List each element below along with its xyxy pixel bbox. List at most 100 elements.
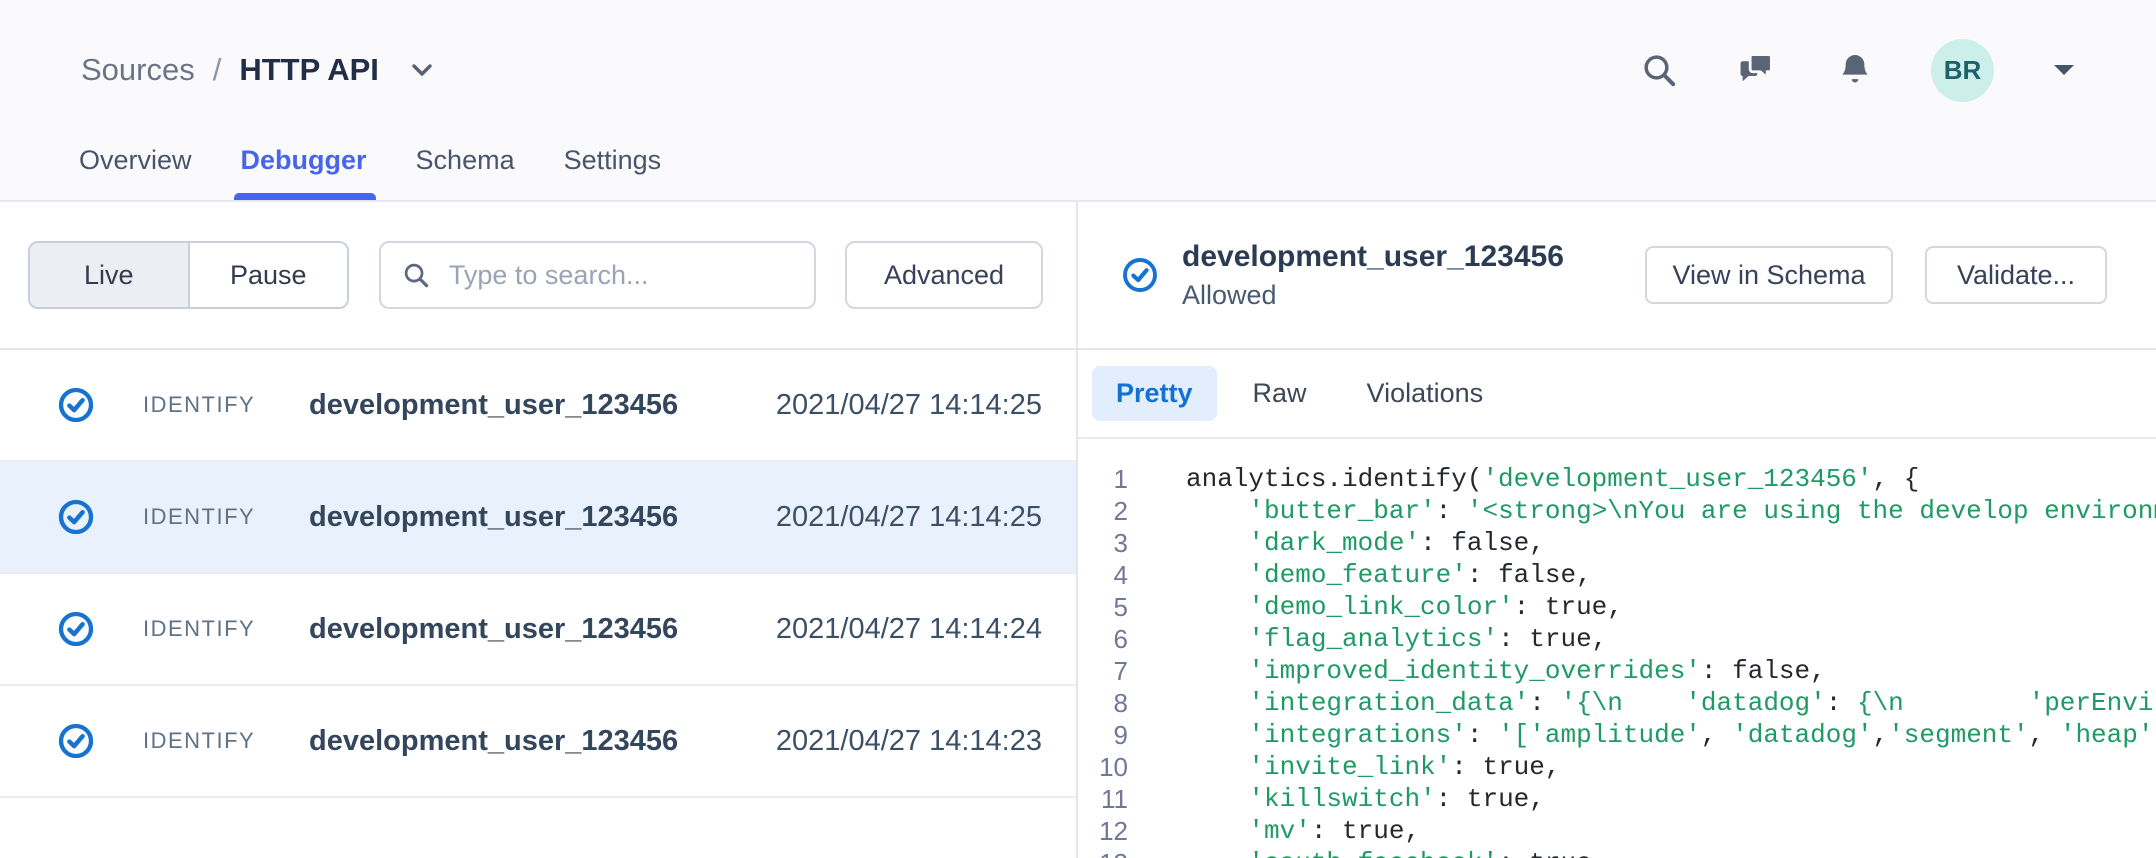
event-detail-header: development_user_123456 Allowed View in … (1078, 202, 2156, 350)
code-line: 13 'oauth_facebook': true, (1078, 847, 2156, 858)
event-row[interactable]: IDENTIFY development_user_123456 2021/04… (0, 350, 1076, 462)
code-text: 'integration_data': '{\n 'datadog': {\n … (1186, 687, 2156, 719)
code-text: 'integrations': '['amplitude', 'datadog'… (1186, 719, 2156, 751)
code-line: 10 'invite_link': true, (1078, 751, 2156, 783)
line-number: 8 (1078, 687, 1128, 719)
header-row: Sources / HTTP API (0, 0, 2156, 106)
code-text: 'mv': true, (1186, 815, 1420, 847)
line-number: 12 (1078, 815, 1128, 847)
code-line: 3 'dark_mode': false, (1078, 527, 2156, 559)
line-number: 4 (1078, 559, 1128, 591)
status-check-icon (1122, 257, 1158, 293)
view-in-schema-button[interactable]: View in Schema (1645, 246, 1893, 304)
event-check-icon (58, 499, 94, 535)
line-number: 11 (1078, 783, 1128, 815)
event-check-icon (58, 611, 94, 647)
code-line: 2 'butter_bar': '<strong>\nYou are using… (1078, 495, 2156, 527)
code-text: 'flag_analytics': true, (1186, 623, 1607, 655)
header-icons: BR (1639, 39, 2078, 102)
code-line: 11 'killswitch': true, (1078, 783, 2156, 815)
live-pause-toggle: Live Pause (28, 241, 349, 309)
breadcrumb-sources[interactable]: Sources (81, 52, 195, 88)
event-list: IDENTIFY development_user_123456 2021/04… (0, 350, 1076, 858)
line-number: 5 (1078, 591, 1128, 623)
event-row[interactable]: IDENTIFY development_user_123456 2021/04… (0, 686, 1076, 798)
validate-button[interactable]: Validate... (1925, 246, 2107, 304)
avatar[interactable]: BR (1931, 39, 1994, 102)
event-timestamp: 2021/04/27 14:14:23 (776, 725, 1042, 758)
debugger-event-panel: Live Pause Advanced IDENTIFY development… (0, 202, 1078, 858)
code-line: 4 'demo_feature': false, (1078, 559, 2156, 591)
code-line: 9 'integrations': '['amplitude', 'datado… (1078, 719, 2156, 751)
line-number: 10 (1078, 751, 1128, 783)
event-row[interactable]: IDENTIFY development_user_123456 2021/04… (0, 462, 1076, 574)
code-text: 'oauth_facebook': true, (1186, 847, 1607, 858)
event-name: development_user_123456 (309, 613, 678, 646)
search-input[interactable] (449, 260, 794, 291)
source-switcher-caret-icon[interactable] (411, 63, 433, 77)
code-text: 'butter_bar': '<strong>\nYou are using t… (1186, 495, 2156, 527)
code-line: 6 'flag_analytics': true, (1078, 623, 2156, 655)
event-search-box (379, 241, 816, 309)
detail-tab-violations[interactable]: Violations (1343, 366, 1508, 421)
event-name: development_user_123456 (309, 389, 678, 422)
code-text: 'improved_identity_overrides': false, (1186, 655, 1826, 687)
debugger-controls: Live Pause Advanced (0, 202, 1076, 350)
breadcrumb: Sources / HTTP API (81, 52, 433, 88)
code-line: 7 'improved_identity_overrides': false, (1078, 655, 2156, 687)
event-timestamp: 2021/04/27 14:14:25 (776, 501, 1042, 534)
code-text: analytics.identify('development_user_123… (1186, 463, 1919, 495)
line-number: 1 (1078, 463, 1128, 495)
event-row[interactable]: IDENTIFY development_user_123456 2021/04… (0, 574, 1076, 686)
breadcrumb-current-source[interactable]: HTTP API (239, 52, 379, 88)
line-number: 6 (1078, 623, 1128, 655)
code-text: 'killswitch': true, (1186, 783, 1545, 815)
event-type: IDENTIFY (143, 616, 309, 642)
code-text: 'invite_link': true, (1186, 751, 1560, 783)
event-check-icon (58, 723, 94, 759)
bell-icon[interactable] (1835, 49, 1875, 91)
event-type: IDENTIFY (143, 728, 309, 754)
event-type: IDENTIFY (143, 392, 309, 418)
event-timestamp: 2021/04/27 14:14:25 (776, 389, 1042, 422)
code-line: 5 'demo_link_color': true, (1078, 591, 2156, 623)
avatar-initials: BR (1944, 55, 1982, 86)
line-number: 9 (1078, 719, 1128, 751)
top-header: Sources / HTTP API (0, 0, 2156, 202)
event-type: IDENTIFY (143, 504, 309, 530)
event-detail-panel: development_user_123456 Allowed View in … (1078, 202, 2156, 858)
source-tab-bar: Overview Debugger Schema Settings (0, 106, 2156, 200)
search-input-icon (401, 258, 431, 292)
line-number: 13 (1078, 847, 1128, 858)
code-text: 'demo_feature': false, (1186, 559, 1592, 591)
tab-settings[interactable]: Settings (564, 145, 662, 200)
event-detail-title: development_user_123456 (1182, 240, 1564, 274)
code-viewer: 1 analytics.identify('development_user_1… (1078, 439, 2156, 858)
line-number: 3 (1078, 527, 1128, 559)
breadcrumb-separator: / (213, 52, 222, 88)
code-line: 12 'mv': true, (1078, 815, 2156, 847)
tab-debugger[interactable]: Debugger (241, 145, 367, 200)
account-caret-icon[interactable] (2050, 61, 2078, 79)
detail-tab-raw[interactable]: Raw (1229, 366, 1331, 421)
tab-schema[interactable]: Schema (416, 145, 515, 200)
code-line: 8 'integration_data': '{\n 'datadog': {\… (1078, 687, 2156, 719)
code-text: 'dark_mode': false, (1186, 527, 1545, 559)
event-name: development_user_123456 (309, 501, 678, 534)
status-text: Allowed (1182, 280, 1564, 311)
chat-icon[interactable] (1735, 49, 1779, 91)
event-name: development_user_123456 (309, 725, 678, 758)
detail-actions: View in Schema Validate... (1645, 246, 2107, 304)
search-icon[interactable] (1639, 50, 1679, 90)
tab-overview[interactable]: Overview (79, 145, 192, 200)
event-timestamp: 2021/04/27 14:14:24 (776, 613, 1042, 646)
pause-button[interactable]: Pause (190, 243, 348, 307)
live-button[interactable]: Live (30, 243, 190, 307)
advanced-button[interactable]: Advanced (845, 241, 1043, 309)
line-number: 7 (1078, 655, 1128, 687)
detail-tab-bar: PrettyRawViolations (1078, 350, 2156, 439)
code-line: 1 analytics.identify('development_user_1… (1078, 463, 2156, 495)
detail-tab-pretty[interactable]: Pretty (1092, 366, 1217, 421)
main-content: Live Pause Advanced IDENTIFY development… (0, 202, 2156, 858)
line-number: 2 (1078, 495, 1128, 527)
